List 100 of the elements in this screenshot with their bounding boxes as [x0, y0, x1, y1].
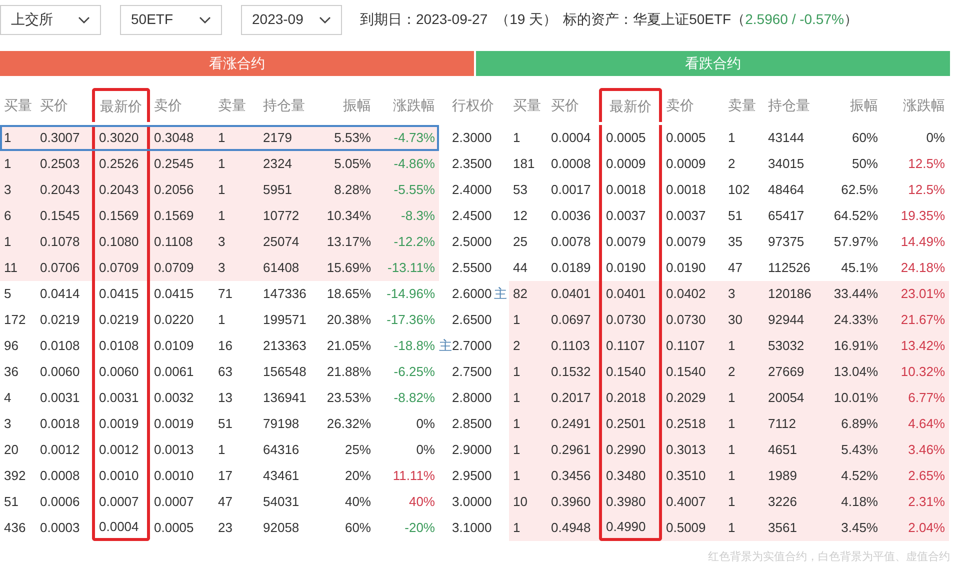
- underlying-price: 2.5960 / -0.57%: [745, 10, 844, 29]
- dropdown-select[interactable]: 50ETF: [120, 4, 222, 34]
- table-cell-text: 147336: [262, 285, 308, 304]
- table-cell-text: -12.2%: [392, 233, 436, 252]
- call-section-header: 看涨合约: [0, 51, 474, 76]
- table-cell-text: 1: [217, 129, 226, 148]
- table-cell-text: 50%: [850, 155, 879, 174]
- table-cell-text: 3561: [767, 519, 798, 538]
- table-cell-text: -20%: [404, 519, 436, 538]
- table-cell-text: 7112: [767, 415, 797, 434]
- chevron-down-icon: [319, 16, 331, 24]
- dropdown-select[interactable]: 2023-09: [241, 4, 342, 34]
- put-row-background[interactable]: 1 0.1532 0.1540 0.1540 2 27669 13.04% 10.32%: [509, 359, 949, 385]
- table-cell-text: 10.34%: [326, 207, 372, 226]
- table-cell-text: 18.65%: [326, 285, 372, 304]
- table-cell-text: 0.4948: [550, 519, 592, 538]
- strike-price: 2.3000: [452, 129, 492, 148]
- table-cell-text: 0.2017: [550, 389, 592, 408]
- column-header: 卖价: [665, 96, 695, 114]
- call-row-background[interactable]: 1 0.2503 0.2526 0.2545 1 2324 5.05% -4.86%: [0, 151, 439, 177]
- call-row-background[interactable]: 3 0.2043 0.2043 0.2056 1 5951 8.28% -5.55%: [0, 177, 439, 203]
- table-cell-text: 10772: [262, 207, 300, 226]
- column-header: 卖量: [727, 96, 757, 114]
- table-cell-text: 61408: [262, 259, 300, 278]
- table-cell-text: 1: [512, 363, 522, 382]
- table-cell-text: 0.1103: [550, 337, 591, 356]
- table-cell-text: 0.0706: [39, 259, 81, 278]
- table-cell-text: 45.1%: [840, 259, 879, 278]
- table-cell-text: 1: [3, 129, 12, 148]
- call-row-background[interactable]: 11 0.0706 0.0709 0.0709 3 61408 15.69% -13.11%: [0, 255, 439, 281]
- table-cell-text: 63: [217, 363, 234, 382]
- table-cell-text: 1: [727, 467, 736, 486]
- table-cell-text: 392: [3, 467, 27, 486]
- put-row-background[interactable]: 1 0.4948 0.4990 0.5009 1 3561 3.45% 2.04%: [509, 515, 949, 541]
- table-cell-text: 0.0697: [550, 311, 592, 330]
- put-row-background[interactable]: 1 0.2491 0.2501 0.2518 1 7112 6.89% 4.64%: [509, 411, 949, 437]
- table-cell-text: 156548: [262, 363, 308, 382]
- dropdown-select[interactable]: 上交所: [0, 4, 101, 34]
- table-cell-text: 3.46%: [907, 441, 946, 460]
- table-cell-text: 0.0108: [39, 337, 81, 356]
- table-cell-text: 23.53%: [326, 389, 372, 408]
- put-row-background[interactable]: 1 0.3456 0.3480 0.3510 1 1989 4.52% 2.65%: [509, 463, 949, 489]
- table-cell-text: 53032: [767, 337, 806, 356]
- table-cell-text: 4.18%: [840, 493, 879, 512]
- table-cell-text: 20: [3, 441, 20, 460]
- table-cell-text: 0.0401: [550, 285, 592, 304]
- call-row-background[interactable]: 1 0.1078 0.1080 0.1108 3 25074 13.17% -12.2%: [0, 229, 439, 255]
- table-cell-text: 0.2961: [550, 441, 592, 460]
- table-cell-text: 57.97%: [832, 233, 879, 252]
- table-cell-text: 3.45%: [840, 519, 879, 538]
- table-cell-text: 0.0036: [550, 207, 592, 226]
- table-cell-text: 4.64%: [907, 415, 946, 434]
- put-row-background[interactable]: 2 0.1103 0.1107 0.1107 1 53032 16.91% 13.42%: [509, 333, 949, 359]
- table-cell-text: 1: [512, 129, 522, 148]
- column-header: 振幅: [849, 96, 879, 114]
- table-cell-text: 33.44%: [832, 285, 879, 304]
- table-cell-text: 12.5%: [907, 155, 946, 174]
- table-cell-text: 17: [217, 467, 234, 486]
- table-cell-text: 0.0005: [153, 519, 195, 538]
- table-cell-text: 3226: [767, 493, 798, 512]
- table-cell-text: 0.0061: [153, 363, 195, 382]
- main-contract-marker: 主: [439, 337, 452, 356]
- table-cell-text: 16: [217, 337, 234, 356]
- table-cell-text: 0.0003: [39, 519, 81, 538]
- put-row-background[interactable]: 10 0.3960 0.3980 0.4007 1 3226 4.18% 2.31%: [509, 489, 949, 515]
- table-cell-text: 3: [217, 233, 226, 252]
- table-cell-text: 6: [3, 207, 12, 226]
- put-row-background[interactable]: 1 0.0697 0.0730 0.0730 30 92944 24.33% 21.67%: [509, 307, 949, 333]
- put-row-background[interactable]: 82 0.0401 0.0401 0.0402 3 120186 33.44% 23.01%: [509, 281, 949, 307]
- strike-price: 3.0000: [452, 493, 492, 512]
- table-cell-text: 1: [3, 155, 12, 174]
- table-cell-text: 6.77%: [907, 389, 946, 408]
- column-header: 买量: [3, 96, 33, 114]
- table-cell-text: 5.43%: [840, 441, 879, 460]
- table-cell-text: 0%: [415, 415, 436, 434]
- table-cell-text: 0.0032: [153, 389, 195, 408]
- call-row-background[interactable]: 6 0.1545 0.1569 0.1569 1 10772 10.34% -8.3%: [0, 203, 439, 229]
- table-cell-text: 43461: [262, 467, 300, 486]
- table-cell-text: 0.0019: [153, 415, 195, 434]
- table-cell-text: 0.2518: [665, 415, 707, 434]
- column-header: 最新价: [599, 88, 662, 122]
- table-cell-text: 0.0009: [665, 155, 707, 174]
- table-cell-text: 12: [512, 207, 528, 226]
- chevron-down-icon: [199, 16, 211, 24]
- table-cell-text: 0.0018: [665, 181, 707, 200]
- table-cell-text: 0.2056: [153, 181, 195, 200]
- table-cell-text: 4.52%: [840, 467, 879, 486]
- table-cell-text: 0.3510: [665, 467, 707, 486]
- table-cell-text: 65417: [767, 207, 806, 226]
- table-cell-text: 2324: [262, 155, 293, 174]
- call-row-background[interactable]: 1 0.3007 0.3020 0.3048 1 2179 5.53% -4.73%: [0, 125, 439, 151]
- table-cell-text: 34015: [767, 155, 806, 174]
- table-cell-text: 13.04%: [832, 363, 879, 382]
- table-cell-text: 1: [3, 233, 12, 252]
- table-cell-text: 3: [217, 259, 226, 278]
- table-cell-text: 0.2029: [665, 389, 707, 408]
- table-cell-text: 11.11%: [392, 467, 436, 486]
- put-row-background[interactable]: 1 0.2017 0.2018 0.2029 1 20054 10.01% 6.77%: [509, 385, 949, 411]
- put-row-background[interactable]: 1 0.2961 0.2990 0.3013 1 4651 5.43% 3.46%: [509, 437, 949, 463]
- table-cell-text: 0.0008: [550, 155, 592, 174]
